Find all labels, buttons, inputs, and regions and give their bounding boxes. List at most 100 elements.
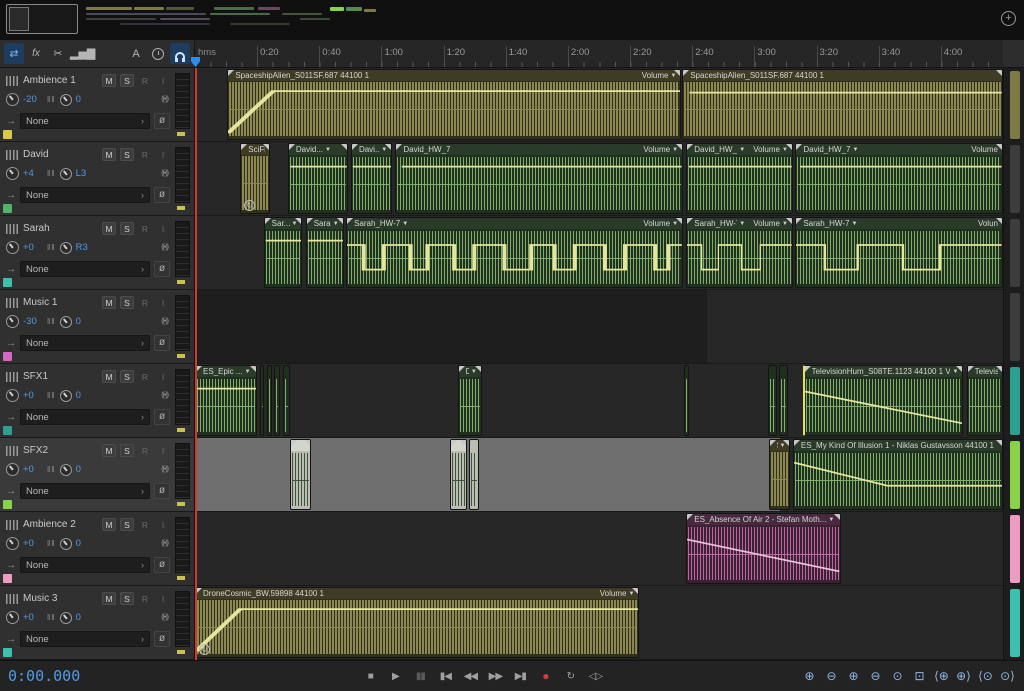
clip-header[interactable]: ES_Absence Of Air 2 - Stefan Moth... ▼ (687, 514, 839, 525)
arm-record-button[interactable]: R (138, 296, 152, 309)
clip-header[interactable]: Dr... ▼ (459, 366, 481, 377)
clip-dropdown-icon[interactable]: ▼ (780, 443, 786, 449)
zoom-sel-left-button[interactable]: ⟨⊙ (977, 667, 994, 685)
scrollbar-track-segment[interactable] (1010, 441, 1020, 509)
audio-clip[interactable]: David_HW_7 Volume ▼ ↻ (395, 143, 683, 214)
audio-clip[interactable]: ↻ (283, 365, 289, 436)
pan-value[interactable]: 0 (76, 538, 96, 549)
stop-button[interactable]: ■ (361, 667, 379, 685)
track-lane[interactable]: ↻ T... ▼ ↻ ↻ SciF... ▼ ↻ ES_My Kind Of I… (195, 438, 1003, 512)
clip-dropdown-icon[interactable]: ▼ (739, 147, 745, 153)
input-monitor-button[interactable]: I (156, 74, 170, 87)
clip-envelope[interactable] (352, 155, 391, 213)
scrollbar-track-segment[interactable] (1010, 367, 1020, 435)
clip-dropdown-icon[interactable]: ▼ (381, 147, 387, 153)
pan-value[interactable]: 0 (76, 464, 96, 475)
clip-header[interactable]: David_HW_7 Volume ▼ (396, 144, 682, 155)
audio-clip[interactable]: Davi... ▼ ↻ (351, 143, 392, 214)
clip-header[interactable]: SpaceshipAlien_S011SF.687 44100 1 (683, 70, 1002, 81)
clip-header[interactable]: David_HW_7 ▼ Volume (796, 144, 1002, 155)
phase-button[interactable]: ø (154, 187, 170, 203)
move-exchange-tool-icon[interactable]: ⇄ (4, 43, 24, 64)
pan-knob[interactable] (60, 538, 72, 550)
solo-button[interactable]: S (120, 296, 134, 309)
clip-header[interactable]: SpaceshipAlien_S011SF.687 44100 1 Volume… (228, 70, 680, 81)
pan-knob[interactable] (60, 168, 72, 180)
mute-button[interactable]: M (102, 444, 116, 457)
clip-volume-label[interactable]: Volume ▼ (594, 589, 635, 598)
audio-clip[interactable]: ↻ (267, 365, 272, 436)
phase-button[interactable]: ø (154, 261, 170, 277)
zoom-in-amplitude-button[interactable]: ⊕ (845, 667, 862, 685)
track-color-chip[interactable] (3, 648, 12, 657)
mute-button[interactable]: M (102, 148, 116, 161)
clip-header[interactable]: SciFi... (241, 144, 269, 155)
input-monitor-button[interactable]: I (156, 518, 170, 531)
track-name[interactable]: Ambience 1 (23, 75, 98, 86)
monitor-icon[interactable]: ((•)) (161, 244, 168, 251)
zoom-out-button[interactable]: ⊖ (823, 667, 840, 685)
clip-volume-dropdown-icon[interactable]: ▼ (782, 221, 788, 227)
clip-header[interactable]: DroneCosmic_BW.59898 44100 1 Volume ▼ (196, 588, 638, 599)
mute-button[interactable]: M (102, 222, 116, 235)
track-lane[interactable]: SpaceshipAlien_S011SF.687 44100 1 Volume… (195, 68, 1003, 142)
clip-volume-label[interactable]: Volume ▼ (637, 145, 678, 154)
phase-button[interactable]: ø (154, 409, 170, 425)
mute-button[interactable]: M (102, 518, 116, 531)
clip-header[interactable]: Sar... ▼ (265, 218, 302, 229)
pan-value[interactable]: R3 (76, 242, 96, 253)
record-button[interactable]: ● (536, 667, 554, 685)
clip-dropdown-icon[interactable]: ▼ (292, 221, 298, 227)
audio-clip[interactable]: DroneCosmic_BW.59898 44100 1 Volume ▼ ↻ (195, 587, 639, 658)
scrollbar-track-segment[interactable] (1010, 293, 1020, 361)
volume-knob[interactable] (6, 241, 19, 254)
clip-volume-dropdown-icon[interactable]: ▼ (782, 147, 788, 153)
clip-dropdown-icon[interactable]: ▼ (325, 147, 331, 153)
pan-value[interactable]: 0 (76, 612, 96, 623)
pan-value[interactable]: 0 (76, 316, 96, 327)
metronome-icon[interactable]: A (126, 43, 146, 64)
clip-envelope[interactable] (265, 229, 302, 287)
clip-dropdown-icon[interactable]: ▼ (852, 147, 858, 153)
phase-button[interactable]: ø (154, 335, 170, 351)
clip-header[interactable]: T... ▼ (451, 440, 466, 451)
solo-button[interactable]: S (120, 518, 134, 531)
volume-knob[interactable] (6, 389, 19, 402)
clip-dropdown-icon[interactable]: ▼ (828, 517, 834, 523)
pan-value[interactable]: L3 (76, 168, 96, 179)
input-monitor-button[interactable]: I (156, 370, 170, 383)
clip-header[interactable]: Davi... ▼ (352, 144, 391, 155)
clip-dropdown-icon[interactable]: ▼ (471, 369, 477, 375)
zoom-full-button[interactable]: ⊙ (889, 667, 906, 685)
clip-volume-dropdown-icon[interactable]: ▼ (672, 221, 678, 227)
pan-knob[interactable] (60, 242, 72, 254)
pan-value[interactable]: 0 (76, 390, 96, 401)
audio-clip[interactable]: David_HW_7 ▼ Volume ↻ (795, 143, 1003, 214)
track-name[interactable]: SFX2 (23, 445, 98, 456)
arm-record-button[interactable]: R (138, 444, 152, 457)
scrollbar-track-segment[interactable] (1010, 71, 1020, 139)
clip-envelope[interactable] (396, 155, 682, 213)
audio-clip[interactable]: David_HW_7 ▼ Volume ▼ ↻ (686, 143, 793, 214)
route-select[interactable]: None › (20, 483, 150, 499)
zoom-selection-button[interactable]: ⊡ (911, 667, 928, 685)
volume-knob[interactable] (6, 463, 19, 476)
audio-clip[interactable]: ↻ (260, 365, 265, 436)
fast-forward-button[interactable]: ▶▶ (486, 667, 504, 685)
volume-value[interactable]: -20 (23, 94, 43, 105)
track-name[interactable]: David (23, 149, 98, 160)
track-scrollbar[interactable] (1003, 68, 1024, 660)
monitor-icon[interactable]: ((•)) (161, 614, 168, 621)
clip-envelope[interactable] (228, 81, 680, 139)
audio-clip[interactable]: SciFi... ↻ (240, 143, 270, 214)
razor-tool-icon[interactable]: ✂ (48, 43, 68, 64)
clip-volume-label[interactable]: Volume ▼ (747, 145, 788, 154)
phase-button[interactable]: ø (154, 557, 170, 573)
scrollbar-track-segment[interactable] (1010, 589, 1020, 657)
monitor-headphones-icon[interactable] (170, 43, 190, 64)
track-color-chip[interactable] (3, 500, 12, 509)
track-color-chip[interactable] (3, 130, 12, 139)
monitor-icon[interactable]: ((•)) (161, 392, 168, 399)
track-name[interactable]: Music 1 (23, 297, 98, 308)
volume-value[interactable]: +4 (23, 168, 43, 179)
